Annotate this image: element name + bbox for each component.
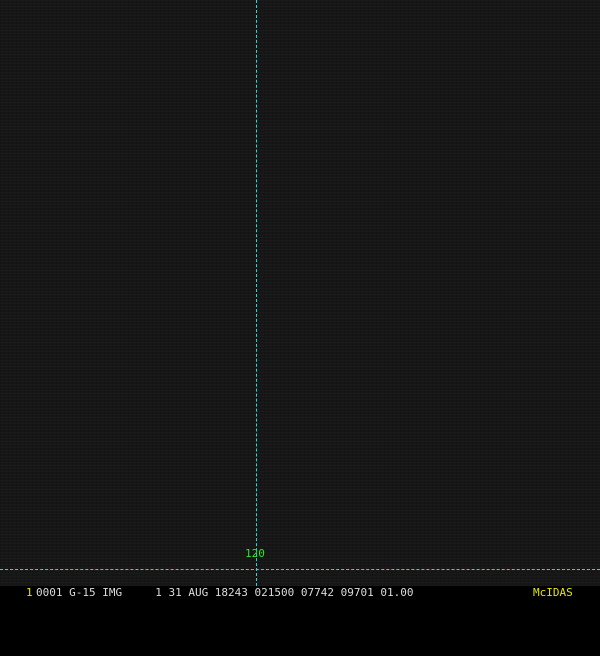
image-status-bar: 1 0001 G-15 IMG 1 31 AUG 18243 021500 07… xyxy=(0,586,600,600)
frame-number: 1 xyxy=(26,586,33,599)
longitude-gridline xyxy=(256,0,257,586)
mcidas-image-frame: 120 1 0001 G-15 IMG 1 31 AUG 18243 02150… xyxy=(0,0,600,600)
longitude-label: 120 xyxy=(245,547,265,560)
image-caption: 0001 G-15 IMG 1 31 AUG 18243 021500 0774… xyxy=(36,586,414,599)
satellite-image xyxy=(0,0,600,586)
mcidas-brand-label: McIDAS xyxy=(533,586,573,599)
latitude-gridline xyxy=(0,569,600,570)
